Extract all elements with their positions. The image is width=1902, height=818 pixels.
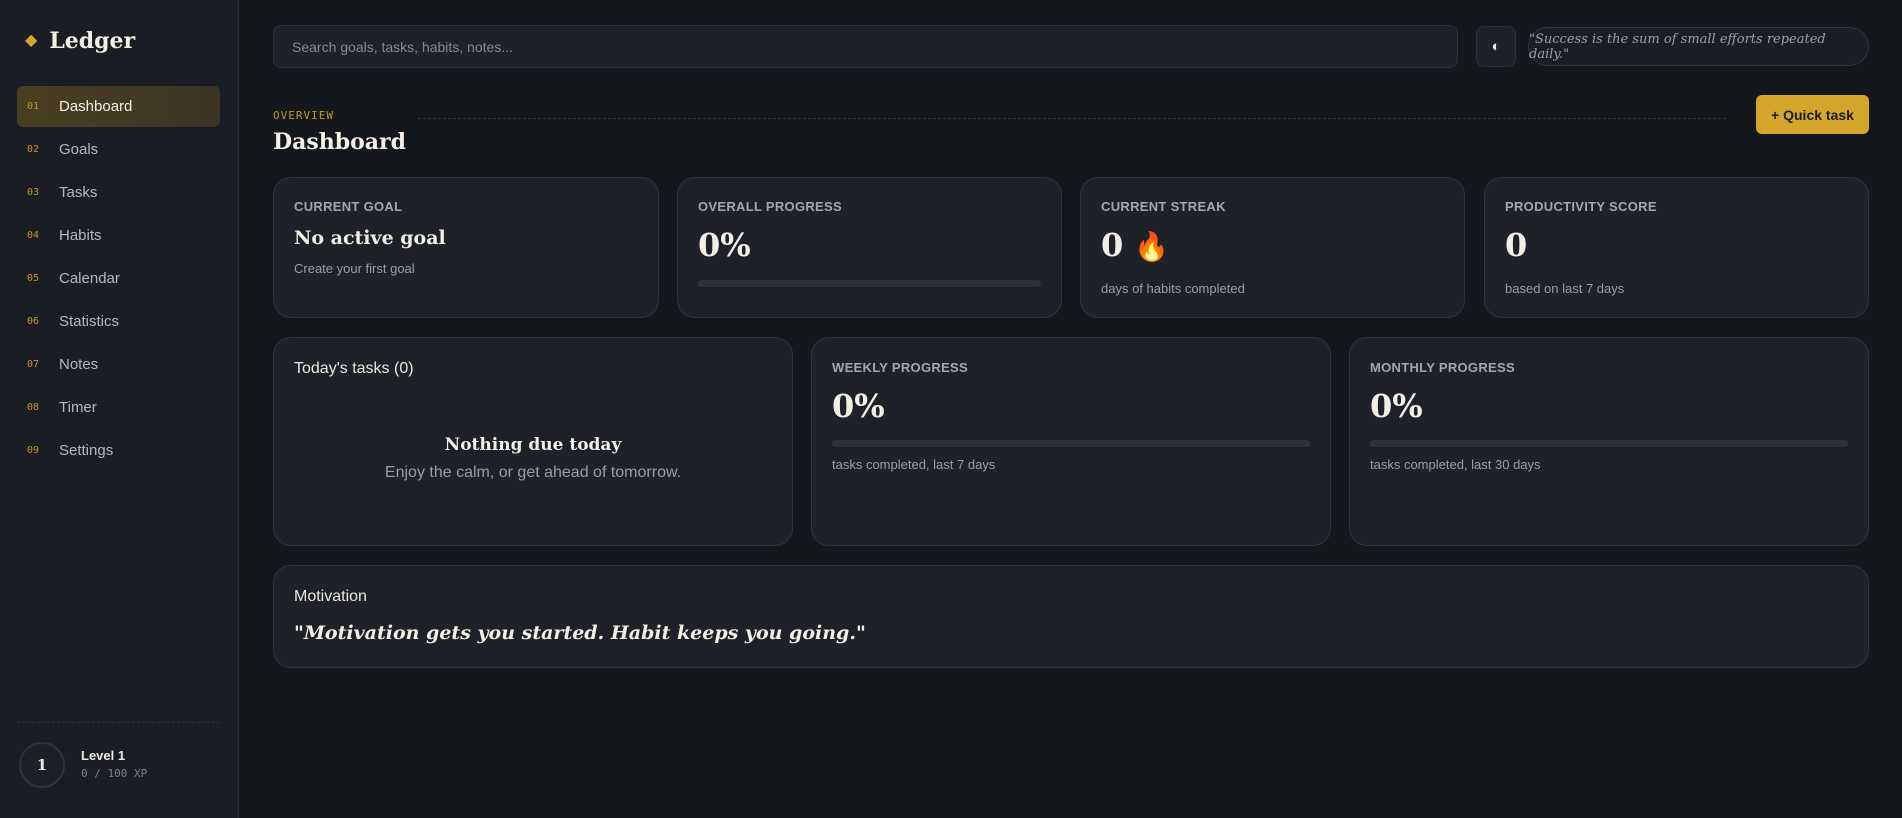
sidebar-item-label: Notes: [59, 356, 99, 373]
card-title: Today's tasks (0): [294, 360, 414, 377]
level-avatar[interactable]: 1: [19, 742, 65, 788]
brand-name: Ledger: [49, 28, 136, 54]
card-subtext: Create your first goal: [294, 261, 415, 276]
empty-state-text: Enjoy the calm, or get ahead of tomorrow…: [384, 464, 682, 481]
sidebar: ◆ Ledger 01 Dashboard 02 Goals 03 Tasks …: [0, 0, 239, 818]
search-input[interactable]: [290, 37, 1457, 56]
sidebar-item-goals[interactable]: 02 Goals: [17, 129, 220, 170]
todays-tasks-card: Today's tasks (0) Nothing due today Enjo…: [273, 337, 793, 546]
sidebar-item-habits[interactable]: 04 Habits: [17, 215, 220, 256]
sidebar-item-tasks[interactable]: 03 Tasks: [17, 172, 220, 213]
weekly-progress-card: WEEKLY PROGRESS 0% tasks completed, last…: [811, 337, 1331, 546]
section-overline: OVERVIEW: [273, 109, 334, 122]
sidebar-item-label: Settings: [59, 442, 114, 459]
goal-title: No active goal: [294, 227, 446, 249]
current-streak-card: CURRENT STREAK 0 🔥 days of habits comple…: [1080, 177, 1465, 318]
theme-toggle-button[interactable]: ◐: [1476, 26, 1516, 67]
level-xp: 0 / 100 XP: [81, 767, 148, 780]
sidebar-item-timer[interactable]: 08 Timer: [17, 387, 220, 428]
sidebar-item-settings[interactable]: 09 Settings: [17, 430, 220, 471]
card-title: Motivation: [294, 588, 367, 605]
level-title: Level 1: [81, 748, 126, 763]
current-goal-card[interactable]: CURRENT GOAL No active goal Create your …: [273, 177, 659, 318]
nav-number: 03: [27, 187, 40, 198]
motivation-card: Motivation "Motivation gets you started.…: [273, 565, 1869, 668]
sidebar-item-label: Dashboard: [59, 98, 133, 115]
overall-progress-card: OVERALL PROGRESS 0%: [677, 177, 1062, 318]
card-subtext: days of habits completed: [1101, 281, 1245, 296]
page-title: Dashboard: [273, 129, 406, 155]
nav-number: 06: [27, 316, 40, 327]
sidebar-nav: 01 Dashboard 02 Goals 03 Tasks 04 Habits…: [17, 86, 220, 473]
card-label: MONTHLY PROGRESS: [1370, 360, 1515, 375]
progress-value: 0%: [698, 226, 751, 264]
score-value: 0: [1505, 226, 1528, 264]
sidebar-item-label: Tasks: [59, 184, 98, 201]
nav-number: 09: [27, 445, 40, 456]
sidebar-item-label: Goals: [59, 141, 99, 158]
progress-value: 0%: [1370, 387, 1423, 425]
fire-icon: 🔥: [1134, 230, 1170, 263]
monthly-progress-card: MONTHLY PROGRESS 0% tasks completed, las…: [1349, 337, 1869, 546]
card-label: PRODUCTIVITY SCORE: [1505, 199, 1657, 214]
nav-number: 01: [27, 101, 40, 112]
sidebar-item-label: Statistics: [59, 313, 120, 330]
brand[interactable]: ◆ Ledger: [25, 28, 135, 54]
streak-value: 0 🔥: [1101, 226, 1169, 264]
overline-divider: [418, 118, 1726, 119]
diamond-logo-icon: ◆: [25, 32, 38, 49]
card-label: CURRENT GOAL: [294, 199, 403, 214]
nav-number: 07: [27, 359, 40, 370]
sidebar-item-calendar[interactable]: 05 Calendar: [17, 258, 220, 299]
sidebar-divider: [17, 722, 220, 723]
empty-state-title: Nothing due today: [444, 435, 622, 455]
card-label: OVERALL PROGRESS: [698, 199, 842, 214]
sidebar-item-statistics[interactable]: 06 Statistics: [17, 301, 220, 342]
quick-task-button[interactable]: + Quick task: [1756, 95, 1869, 134]
motivation-quote: "Motivation gets you started. Habit keep…: [294, 622, 866, 644]
sidebar-item-notes[interactable]: 07 Notes: [17, 344, 220, 385]
search-bar[interactable]: [273, 25, 1458, 68]
card-subtext: tasks completed, last 7 days: [832, 457, 996, 472]
header-quote: "Success is the sum of small efforts rep…: [1528, 27, 1869, 66]
card-subtext: based on last 7 days: [1505, 281, 1625, 296]
sidebar-item-label: Timer: [59, 399, 97, 416]
nav-number: 04: [27, 230, 40, 241]
sidebar-item-label: Habits: [59, 227, 102, 244]
progress-value: 0%: [832, 387, 885, 425]
streak-number: 0: [1101, 226, 1124, 264]
sidebar-item-dashboard[interactable]: 01 Dashboard: [17, 86, 220, 127]
card-label: CURRENT STREAK: [1101, 199, 1226, 214]
nav-number: 05: [27, 273, 40, 284]
progress-bar: [698, 280, 1041, 287]
nav-number: 02: [27, 144, 40, 155]
card-subtext: tasks completed, last 30 days: [1370, 457, 1541, 472]
card-label: WEEKLY PROGRESS: [832, 360, 968, 375]
productivity-score-card: PRODUCTIVITY SCORE 0 based on last 7 day…: [1484, 177, 1869, 318]
contrast-icon: ◐: [1491, 38, 1501, 55]
nav-number: 08: [27, 402, 40, 413]
progress-bar: [832, 440, 1310, 447]
progress-bar: [1370, 440, 1848, 447]
sidebar-item-label: Calendar: [59, 270, 120, 287]
